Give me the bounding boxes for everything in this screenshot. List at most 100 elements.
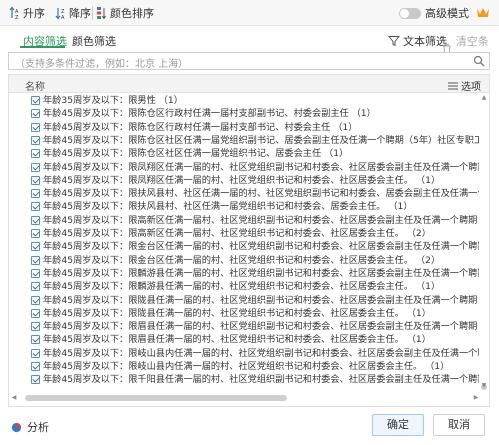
- list-item[interactable]: 年龄45周岁及以下：限岐山县内任满一届的村、社区党组织书记和村委会、社区居委会主…: [9, 360, 479, 373]
- list-item-label: 年龄45周岁及以下：限眉县任满一届的村、社区党组织副书记和村委会、社区居委会副主…: [43, 321, 479, 333]
- horizontal-scrollbar[interactable]: ◀ ▶: [9, 393, 481, 403]
- crown-icon[interactable]: [476, 5, 490, 19]
- list-item[interactable]: 年龄45周岁及以下：限陈仓区行政村任满一届村支部书记、村委会主任 （1）: [9, 121, 479, 134]
- list-item[interactable]: 年龄45周岁及以下：限金台区任满一届的村、社区党组织副书记和村委会、社区居委会副…: [9, 240, 479, 253]
- horizontal-scroll-thumb[interactable]: [25, 395, 287, 401]
- tab-color-filter[interactable]: 颜色筛选: [72, 33, 116, 49]
- list-item[interactable]: 年龄45周岁及以下：限金台区任满一届的村、社区党组织书记和村委会、社区居委会主任…: [9, 254, 479, 267]
- list-item-label: 年龄35周岁及以下：限男性 （1）: [43, 95, 183, 106]
- search-icon[interactable]: [473, 55, 485, 67]
- color-sort-icon: [97, 7, 106, 20]
- list-item[interactable]: 年龄45周岁及以下：限陇县任满一届的村、社区党组织书记和村委会、社区居委会主任。…: [9, 307, 479, 320]
- ok-button[interactable]: 确定: [372, 414, 424, 436]
- svg-text:A: A: [61, 15, 65, 20]
- active-tab-indicator: [20, 46, 65, 48]
- checkbox[interactable]: [31, 242, 40, 252]
- scroll-up-arrow-icon[interactable]: ▲: [480, 94, 488, 102]
- list-item[interactable]: 年龄45周岁及以下：限麟游县任满一届的村、社区党组织副书记和村委会、社区居委会副…: [9, 267, 479, 280]
- list-item-label: 年龄45周岁及以下：限凤翔区任满一届的村、社区党组织书记和村委会、社区居委会主任…: [43, 174, 441, 186]
- list-item-label: 年龄45周岁及以下：限陇县任满一届的村、社区党组织副书记和村委会、社区居委会副主…: [43, 294, 479, 306]
- list-item[interactable]: 年龄45周岁及以下：限扶风县村、社区任满一届的村、社区党组织副书记和村委会、居委…: [9, 187, 479, 200]
- sort-ascending-button[interactable]: A Z 升序: [9, 4, 45, 22]
- toggle-switch[interactable]: [399, 7, 421, 19]
- checkbox[interactable]: [31, 268, 40, 278]
- list-item[interactable]: 年龄45周岁及以下：限眉县任满一届的村、社区党组织书记和村委会、社区居委会主任。…: [9, 333, 479, 346]
- sort-by-color-label: 颜色排序: [110, 7, 154, 20]
- column-header-name: 名称: [25, 82, 45, 93]
- toolbar: A Z 升序 Z A 降序 颜色排序 高级模式: [0, 0, 499, 26]
- checkbox[interactable]: [31, 362, 40, 371]
- sort-descending-button[interactable]: Z A 降序: [55, 4, 91, 22]
- checkbox[interactable]: [31, 282, 40, 292]
- analysis-label: 分析: [27, 421, 49, 434]
- list-item[interactable]: 年龄45周岁及以下：限高新区任满一届村、社区党组织副书记和村委会、社区居委会副主…: [9, 214, 479, 227]
- checkbox[interactable]: [31, 335, 40, 345]
- scroll-right-arrow-icon[interactable]: ▶: [471, 393, 481, 403]
- checkbox[interactable]: [31, 295, 40, 305]
- filter-items-list: 年龄35周岁及以下：限男性 （1） 年龄45周岁及以下：限陈仓区行政村任满一届村支…: [9, 94, 479, 390]
- list-item-label: 年龄45周岁及以下：限麟游县任满一届的村、社区党组织书记和村委会、社区居委会主任…: [43, 281, 441, 293]
- checkbox[interactable]: [31, 308, 40, 318]
- list-item-label: 年龄45周岁及以下：限陈仓区社区任满一届党组织书记、居委会主任 （1）: [43, 148, 349, 160]
- checkbox[interactable]: [31, 149, 40, 159]
- list-header: 名称 选项: [9, 75, 489, 93]
- checkbox[interactable]: [31, 322, 40, 332]
- checkbox[interactable]: [31, 202, 40, 212]
- checkbox[interactable]: [31, 96, 40, 105]
- toolbar-divider: [92, 6, 93, 20]
- checkbox[interactable]: [31, 122, 40, 132]
- analysis-button[interactable]: 分析: [11, 419, 49, 435]
- list-item[interactable]: 年龄35周岁及以下：限男性 （1）: [9, 94, 479, 107]
- list-item-label: 年龄45周岁及以下：限扶风县村、社区任满一届的村、社区党组织副书记和村委会、居委…: [43, 188, 479, 200]
- list-item-label: 年龄45周岁及以下：限陈仓区行政村任满一届村支部副书记、村委会副主任 （1）: [43, 108, 376, 120]
- search-placeholder: （支持多条件过滤，例如：北京 上海）: [15, 59, 189, 70]
- checkbox[interactable]: [31, 135, 40, 145]
- scroll-down-arrow-icon[interactable]: ▼: [480, 382, 488, 390]
- sort-ascending-label: 升序: [23, 7, 45, 20]
- list-item-label: 年龄45周岁及以下：限千阳县任满一届的村、社区党组织副书记和村委会、社区居委会副…: [43, 374, 479, 386]
- text-filter-button[interactable]: 文本筛选: [388, 33, 447, 49]
- checkbox[interactable]: [31, 215, 40, 225]
- options-label: 选项: [461, 82, 481, 93]
- checkbox[interactable]: [31, 255, 40, 265]
- list-item[interactable]: 年龄45周岁及以下：限陈仓区社区任满一届党组织副书记、居委会副主任及任满一个聘期…: [9, 134, 479, 147]
- menu-lines-icon: [448, 82, 458, 89]
- list-item-label: 年龄45周岁及以下：限凤翔区任满一届的村、社区党组织副书记和村委会、社区居委会副…: [43, 161, 479, 173]
- list-item[interactable]: 年龄45周岁及以下：限陈仓区行政村任满一届村支部副书记、村委会副主任 （1）: [9, 107, 479, 120]
- sort-ascending-icon: A Z: [9, 6, 19, 20]
- advanced-mode-toggle[interactable]: 高级模式: [399, 5, 469, 21]
- list-item-label: 年龄45周岁及以下：限岐山县内任满一届的村、社区党组织书记和村委会、社区居委会主…: [43, 361, 450, 372]
- list-item-label: 年龄45周岁及以下：限扶风县村、社区任满一届党组织书记和村委会、居委会主任。 （…: [43, 201, 413, 213]
- list-item[interactable]: 年龄45周岁及以下：限高新区任满一届村、社区党组织书记和村委会、社区居委会主任。…: [9, 227, 479, 240]
- list-item-label: 年龄45周岁及以下：限陈仓区行政村任满一届村支部书记、村委会主任 （1）: [43, 121, 358, 133]
- checkbox[interactable]: [31, 175, 40, 185]
- list-item-label: 年龄45周岁及以下：限陈仓区社区任满一届党组织副书记、居委会副主任及任满一个聘期…: [43, 134, 479, 146]
- list-item-label: 年龄45周岁及以下：限高新区任满一届村、社区党组织副书记和村委会、社区居委会副主…: [43, 214, 479, 226]
- options-button[interactable]: 选项: [448, 78, 481, 93]
- pie-chart-icon: [11, 422, 22, 432]
- sort-descending-label: 降序: [69, 7, 91, 20]
- advanced-mode-label: 高级模式: [425, 7, 469, 20]
- sort-by-color-button[interactable]: 颜色排序: [96, 4, 154, 22]
- checkbox[interactable]: [31, 348, 40, 358]
- list-item[interactable]: 年龄45周岁及以下：限眉县任满一届的村、社区党组织副书记和村委会、社区居委会副主…: [9, 320, 479, 333]
- list-item[interactable]: 年龄45周岁及以下：限千阳县任满一届的村、社区党组织副书记和村委会、社区居委会副…: [9, 373, 479, 386]
- scroll-left-arrow-icon[interactable]: ◀: [9, 393, 19, 403]
- list-item-label: 年龄45周岁及以下：限高新区任满一届村、社区党组织书记和村委会、社区居委会主任。…: [43, 228, 431, 239]
- list-item[interactable]: 年龄45周岁及以下：限麟游县任满一届的村、社区党组织书记和村委会、社区居委会主任…: [9, 280, 479, 293]
- checkbox[interactable]: [31, 162, 40, 172]
- list-item[interactable]: 年龄45周岁及以下：限岐山县内任满一届的村、社区党组织副书记和村委会、社区居委会…: [9, 347, 479, 360]
- list-item[interactable]: 年龄45周岁及以下：限陈仓区社区任满一届党组织书记、居委会主任 （1）: [9, 147, 479, 160]
- cancel-button[interactable]: 取消: [433, 414, 485, 436]
- list-item-label: 年龄45周岁及以下：限金台区任满一届的村、社区党组织书记和村委会、社区居委会主任…: [43, 254, 441, 266]
- list-item[interactable]: 年龄45周岁及以下：限凤翔区任满一届的村、社区党组织副书记和村委会、社区居委会副…: [9, 161, 479, 174]
- checkbox[interactable]: [31, 229, 40, 238]
- list-item[interactable]: 年龄45周岁及以下：限陇县任满一届的村、社区党组织副书记和村委会、社区居委会副主…: [9, 294, 479, 307]
- checkbox[interactable]: [31, 189, 40, 199]
- checkbox[interactable]: [31, 109, 40, 119]
- list-item[interactable]: 年龄45周岁及以下：限凤翔区任满一届的村、社区党组织书记和村委会、社区居委会主任…: [9, 174, 479, 187]
- search-input[interactable]: （支持多条件过滤，例如：北京 上海）: [8, 52, 490, 70]
- checkbox[interactable]: [31, 375, 40, 385]
- list-item[interactable]: 年龄45周岁及以下：限扶风县村、社区任满一届党组织书记和村委会、居委会主任。 （…: [9, 200, 479, 213]
- vertical-scrollbar[interactable]: ▲ ▼: [480, 94, 488, 390]
